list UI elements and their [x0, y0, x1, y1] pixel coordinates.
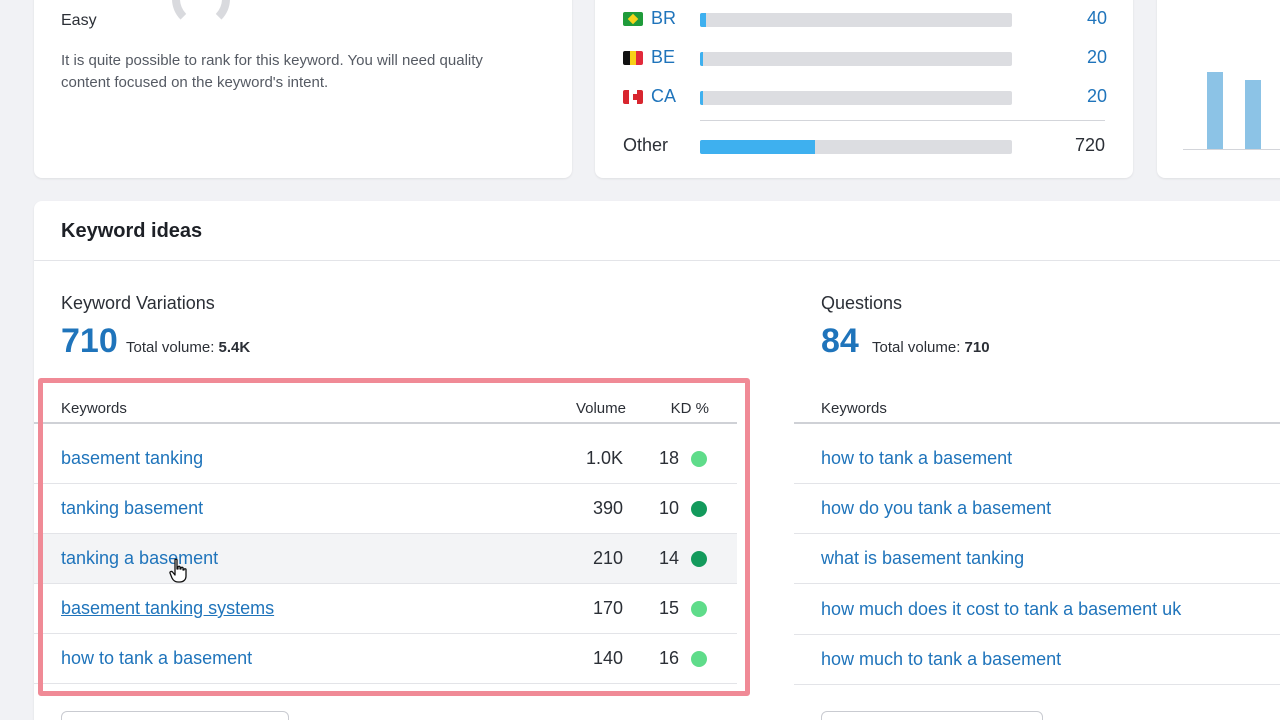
- table-row[interactable]: how to tank a basement: [794, 434, 1280, 484]
- trend-baseline: [1183, 149, 1280, 150]
- difficulty-level: Easy: [61, 12, 97, 29]
- other-bar: [700, 140, 1012, 154]
- other-bar-fill: [700, 140, 816, 154]
- country-code[interactable]: BR: [651, 8, 676, 29]
- question-link[interactable]: what is basement tanking: [821, 548, 1024, 569]
- country-row-br[interactable]: BR 40: [623, 8, 1107, 32]
- country-volume[interactable]: 20: [1087, 47, 1107, 68]
- keyword-link[interactable]: basement tanking systems: [61, 598, 274, 619]
- total-volume-value: 710: [964, 339, 990, 356]
- keyword-ideas-header: Keyword ideas: [34, 201, 1280, 261]
- table-header: Keywords Volume KD %: [34, 394, 737, 424]
- country-bar: [700, 13, 1012, 27]
- variations-table: Keywords Volume KD % basement tanking 1.…: [34, 394, 737, 694]
- view-all-questions-button[interactable]: [821, 711, 1043, 720]
- table-row[interactable]: how to tank a basement 140 16: [34, 634, 737, 684]
- kd-indicator-dot: [691, 551, 707, 567]
- keyword-kd: 14: [658, 548, 679, 568]
- country-distribution-card: BR 40 BE 20 CA 20 Other 720: [595, 0, 1133, 178]
- canada-flag-icon: [623, 90, 643, 104]
- divider: [700, 120, 1105, 121]
- column-kd[interactable]: KD %: [671, 400, 709, 417]
- country-code[interactable]: CA: [651, 86, 676, 107]
- kd-indicator-dot: [691, 601, 707, 617]
- table-header: Keywords: [794, 394, 1280, 424]
- keyword-volume: 170: [592, 598, 623, 618]
- keyword-volume: 210: [592, 548, 623, 568]
- trend-card: [1157, 0, 1280, 178]
- question-link[interactable]: how to tank a basement: [821, 448, 1012, 469]
- country-bar: [700, 91, 1012, 105]
- country-bar: [700, 52, 1012, 66]
- questions-count[interactable]: 84: [821, 322, 859, 361]
- total-volume-label: Total volume:: [872, 339, 961, 356]
- total-volume-label: Total volume:: [126, 339, 215, 356]
- trend-bar: [1245, 80, 1261, 149]
- total-volume-value: 5.4K: [218, 339, 251, 356]
- country-volume[interactable]: 20: [1087, 86, 1107, 107]
- table-row[interactable]: what is basement tanking: [794, 534, 1280, 584]
- country-volume[interactable]: 40: [1087, 8, 1107, 29]
- keyword-volume: 390: [592, 498, 623, 518]
- kd-indicator-dot: [691, 451, 707, 467]
- question-link[interactable]: how much to tank a basement: [821, 649, 1061, 670]
- table-row[interactable]: how much does it cost to tank a basement…: [794, 585, 1280, 635]
- country-bar-fill: [700, 13, 707, 27]
- variations-total-volume: Total volume: 5.4K: [126, 339, 250, 356]
- keyword-link[interactable]: how to tank a basement: [61, 648, 252, 669]
- variations-count[interactable]: 710: [61, 322, 118, 361]
- kd-indicator-dot: [691, 651, 707, 667]
- difficulty-description: It is quite possible to rank for this ke…: [61, 52, 483, 91]
- questions-total-volume: Total volume: 710: [872, 339, 990, 356]
- column-keywords[interactable]: Keywords: [821, 400, 887, 417]
- keyword-volume: 1.0K: [585, 448, 623, 468]
- keyword-ideas-card: Keyword ideas Keyword Variations 710 Tot…: [34, 201, 1280, 720]
- view-all-variations-button[interactable]: [61, 711, 289, 720]
- column-volume[interactable]: Volume: [576, 400, 626, 417]
- variations-title: Keyword Variations: [61, 293, 215, 313]
- keyword-kd: 16: [658, 648, 679, 668]
- keyword-link[interactable]: tanking basement: [61, 498, 203, 519]
- other-label: Other: [623, 135, 669, 155]
- question-link[interactable]: how much does it cost to tank a basement…: [821, 599, 1181, 620]
- country-code[interactable]: BE: [651, 47, 675, 68]
- table-row[interactable]: how do you tank a basement: [794, 484, 1280, 534]
- country-bar-fill: [700, 52, 704, 66]
- table-row[interactable]: basement tanking systems 170 15: [34, 584, 737, 634]
- keyword-kd: 10: [658, 498, 679, 518]
- table-row[interactable]: how much to tank a basement: [794, 635, 1280, 685]
- belgium-flag-icon: [623, 51, 643, 65]
- kd-indicator-dot: [691, 501, 707, 517]
- difficulty-gauge: [172, 0, 230, 28]
- other-volume: 720: [1074, 135, 1105, 155]
- keyword-ideas-title: Keyword ideas: [61, 220, 203, 242]
- keyword-kd: 15: [658, 598, 679, 618]
- country-row-ca[interactable]: CA 20: [623, 86, 1107, 110]
- table-row[interactable]: basement tanking 1.0K 18: [34, 434, 737, 484]
- keyword-kd: 18: [658, 448, 679, 468]
- keyword-link[interactable]: basement tanking: [61, 448, 203, 469]
- keyword-link[interactable]: tanking a basement: [61, 548, 218, 569]
- table-row[interactable]: tanking basement 390 10: [34, 484, 737, 534]
- questions-title: Questions: [821, 293, 903, 313]
- country-row-be[interactable]: BE 20: [623, 47, 1107, 71]
- keyword-volume: 140: [592, 648, 623, 668]
- column-keywords[interactable]: Keywords: [61, 400, 127, 417]
- question-link[interactable]: how do you tank a basement: [821, 498, 1051, 519]
- questions-table: Keywords how to tank a basement how do y…: [794, 394, 1280, 694]
- trend-bar: [1207, 72, 1223, 149]
- keyword-difficulty-card: Easy It is quite possible to rank for th…: [34, 0, 572, 178]
- brazil-flag-icon: [623, 12, 643, 26]
- table-row[interactable]: tanking a basement 210 14: [34, 534, 737, 584]
- country-bar-fill: [700, 91, 704, 105]
